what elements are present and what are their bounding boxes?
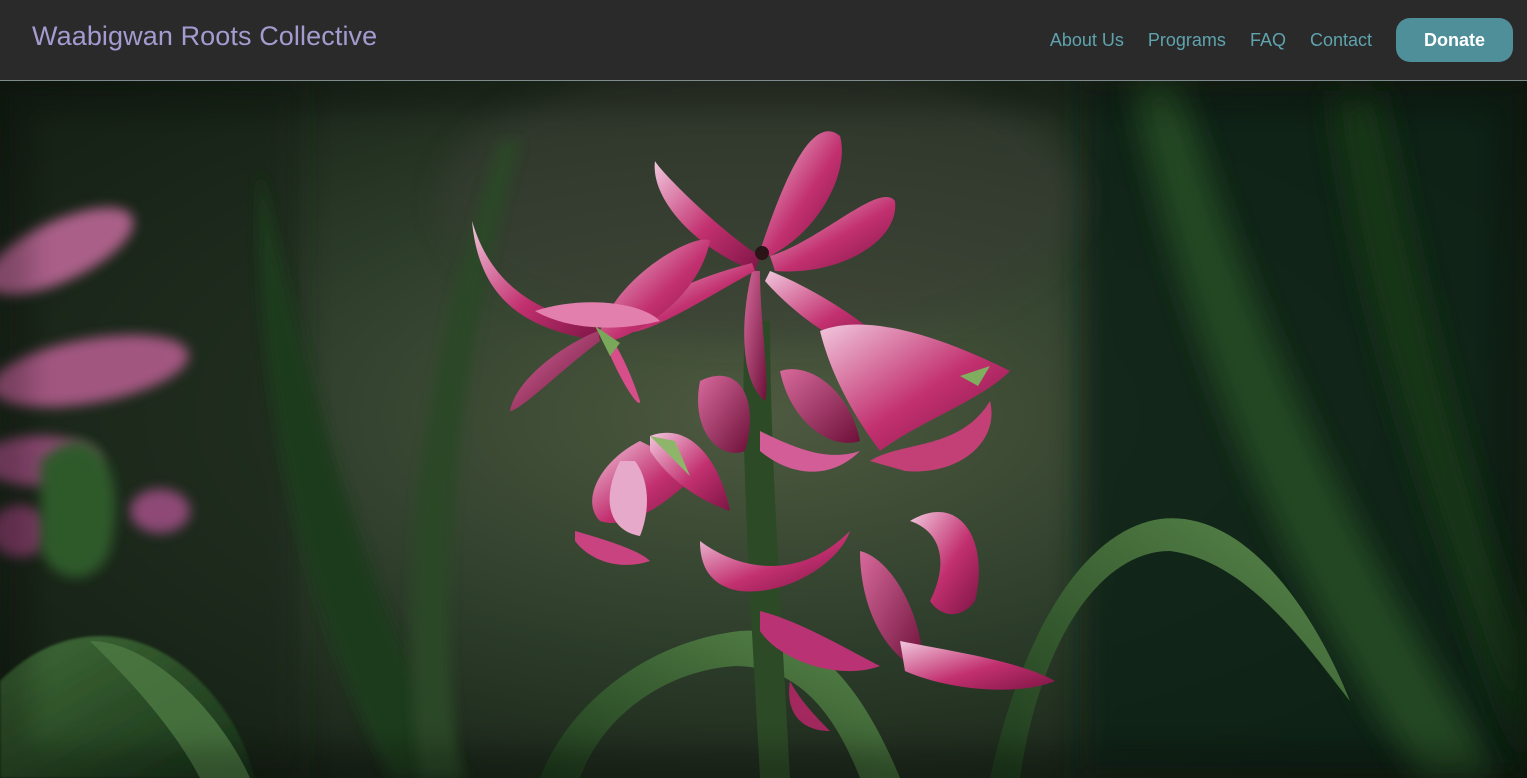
top-navbar: Waabigwan Roots Collective About Us Prog… [0,0,1527,81]
nav-link-faq[interactable]: FAQ [1250,30,1286,51]
hero-banner [0,81,1527,778]
primary-nav: About Us Programs FAQ Contact Donate [1050,18,1513,62]
nav-link-contact[interactable]: Contact [1310,30,1372,51]
nav-link-programs[interactable]: Programs [1148,30,1226,51]
nav-link-about-us[interactable]: About Us [1050,30,1124,51]
donate-button[interactable]: Donate [1396,18,1513,62]
hero-flower-image [0,81,1527,778]
page: Waabigwan Roots Collective About Us Prog… [0,0,1527,778]
site-brand-link[interactable]: Waabigwan Roots Collective [32,21,377,52]
